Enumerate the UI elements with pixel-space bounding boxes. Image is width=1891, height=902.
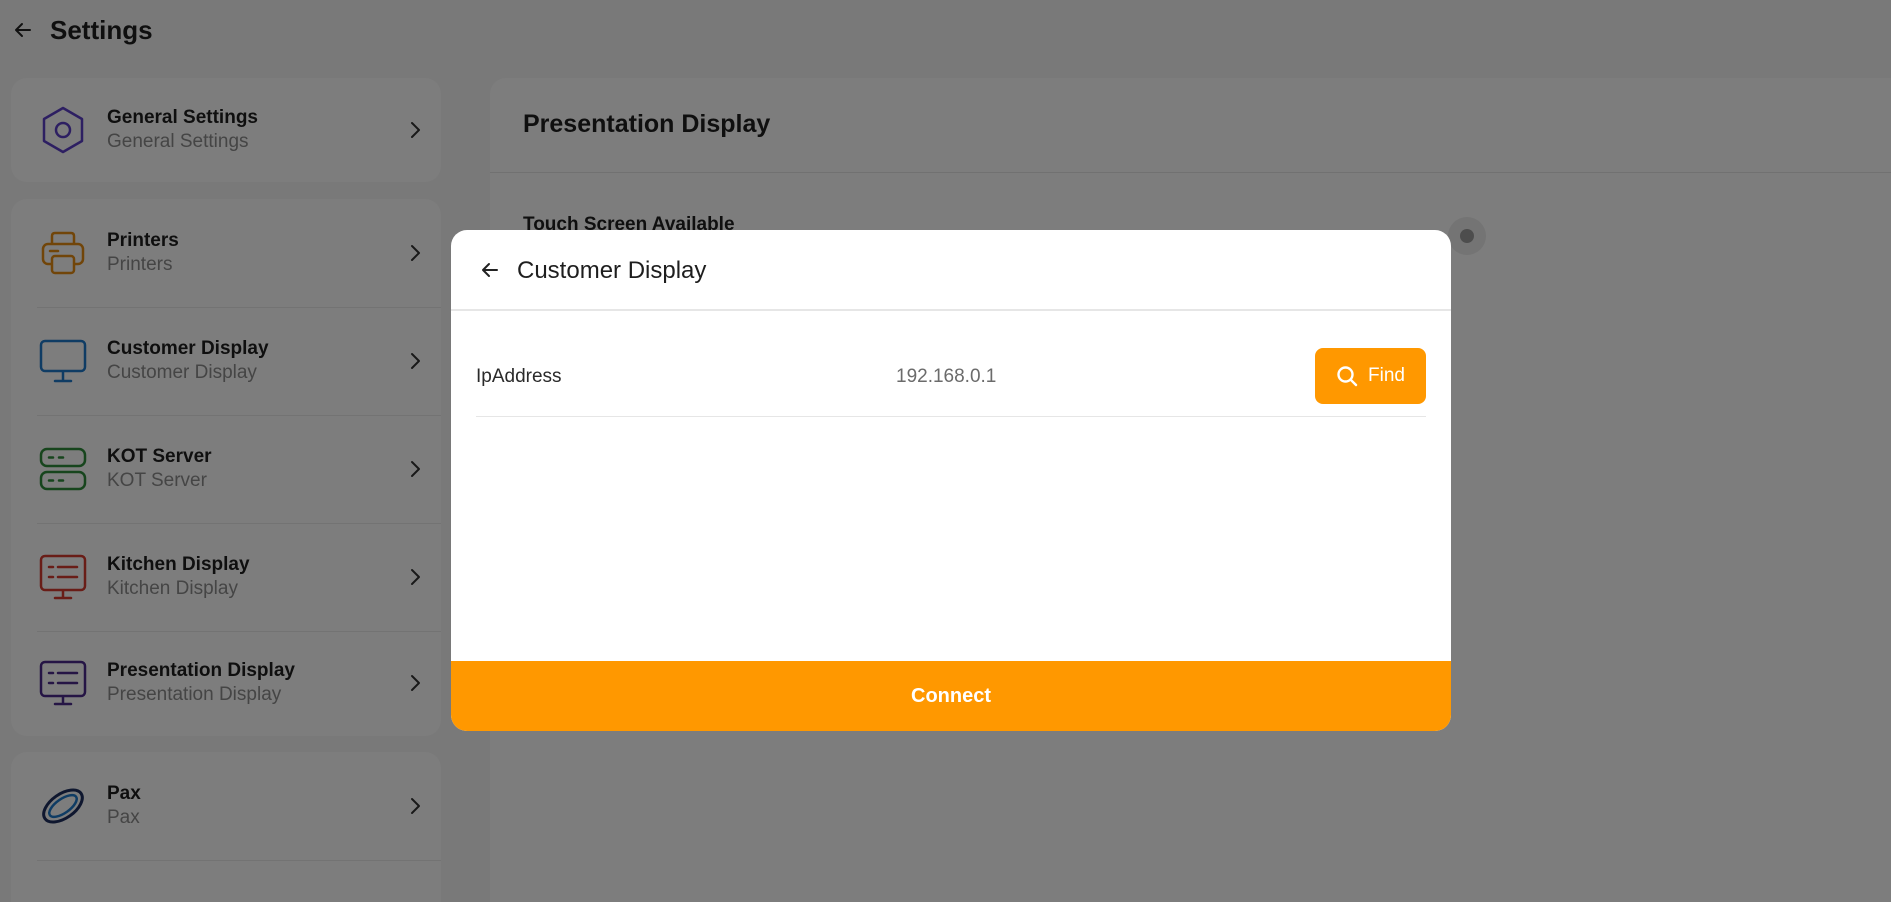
find-button[interactable]: Find	[1315, 348, 1426, 404]
dialog-back-button[interactable]	[479, 259, 501, 281]
ip-address-label: IpAddress	[476, 366, 562, 387]
divider	[476, 416, 1426, 417]
dialog-header: Customer Display	[451, 230, 1451, 310]
connect-button[interactable]: Connect	[451, 661, 1451, 731]
search-icon	[1337, 366, 1358, 387]
customer-display-dialog: Customer Display IpAddress 192.168.0.1 F…	[451, 230, 1451, 731]
divider	[451, 309, 1451, 311]
find-button-label: Find	[1368, 365, 1405, 386]
arrow-left-icon	[482, 263, 498, 277]
dialog-title: Customer Display	[517, 257, 707, 284]
ip-address-value[interactable]: 192.168.0.1	[896, 366, 996, 388]
